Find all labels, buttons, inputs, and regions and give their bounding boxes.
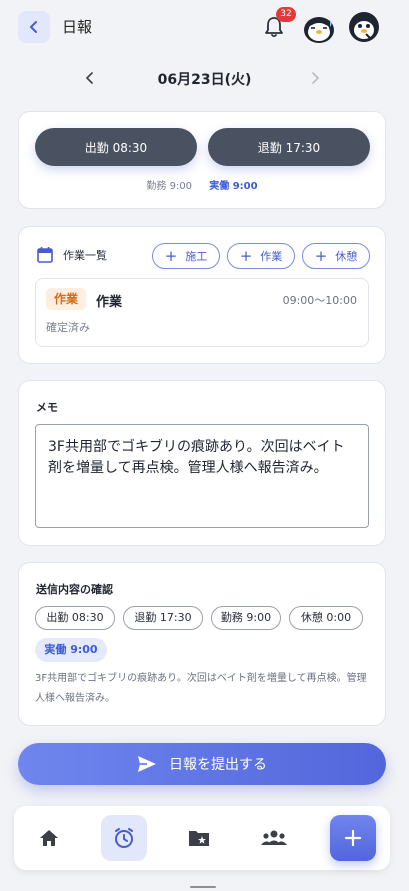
tab-home[interactable] [26,815,72,861]
add-work-label: 作業 [260,250,283,263]
top-bar: 日報 32 [0,0,409,56]
add-construction-button[interactable]: + 施工 [152,243,220,269]
next-day-button[interactable] [305,68,325,88]
task-item[interactable]: 作業 作業 09:00〜10:00 確定済み [35,278,369,347]
tab-documents[interactable] [176,815,222,861]
submit-label: 日報を提出する [169,757,267,773]
confirm-memo: 3F共用部でゴキブリの痕跡あり。次回はベイト剤を増量して再点検。管理人様へ報告済… [35,673,367,704]
confirm-break: 休憩 0:00 [289,606,363,630]
memo-label: メモ [36,401,58,414]
add-construction-label: 施工 [185,250,208,263]
attendance-card: 出勤 08:30 退勤 17:30 勤務 9:00 実働 9:00 [18,111,386,209]
task-name: 作業 [96,295,123,310]
page-title: 日報 [62,18,93,36]
tab-attendance[interactable] [101,815,147,861]
confirm-actual: 実働 9:00 [35,638,107,662]
user-avatar[interactable] [348,11,380,43]
task-list-card: 作業一覧 + 施工 + 作業 + 休憩 作業 作業 09:00〜10:00 確定… [18,226,386,364]
clock-out-button[interactable]: 退勤 17:30 [208,128,370,166]
submit-report-button[interactable]: 日報を提出する [18,743,386,785]
add-break-label: 休憩 [335,250,358,263]
back-button[interactable] [18,11,50,43]
alarm-clock-icon [115,828,133,848]
task-list-title: 作業一覧 [63,249,107,262]
tab-team[interactable] [251,815,297,861]
memo-card: メモ 3F共用部でゴキブリの痕跡あり。次回はベイト剤を増量して再点検。管理人様へ… [18,380,386,546]
plus-icon [344,829,362,847]
home-indicator [190,886,216,888]
confirm-clock-in: 出勤 08:30 [35,606,115,630]
current-date: 06月23日(火) [157,72,252,88]
penguin-avatar[interactable] [302,11,336,45]
add-break-button[interactable]: + 休憩 [302,243,370,269]
chevron-right-icon [312,72,320,84]
bottom-tab-bar [14,806,390,870]
date-navigation: 06月23日(火) [0,64,409,94]
folder-star-icon [189,831,209,846]
calendar-icon [37,247,53,263]
plus-icon: + [314,246,328,265]
add-button[interactable] [330,815,376,861]
confirmation-card: 送信内容の確認 出勤 08:30 退勤 17:30 勤務 9:00 休憩 0:0… [18,562,386,726]
confirmation-title: 送信内容の確認 [36,583,113,596]
attendance-summary: 勤務 9:00 実働 9:00 [19,177,385,192]
home-icon [40,830,58,846]
plus-icon: + [239,246,253,265]
task-status: 確定済み [46,321,90,334]
actual-hours: 実働 9:00 [209,181,258,192]
send-icon [138,756,156,772]
plus-icon: + [164,246,178,265]
task-time: 09:00〜10:00 [282,294,357,307]
group-icon [261,830,287,845]
confirm-clock-out: 退勤 17:30 [123,606,203,630]
notification-badge: 32 [276,7,296,22]
add-work-button[interactable]: + 作業 [227,243,295,269]
confirm-work: 勤務 9:00 [211,606,281,630]
chevron-left-icon [30,21,37,33]
memo-textarea[interactable]: 3F共用部でゴキブリの痕跡あり。次回はベイト剤を増量して再点検。管理人様へ報告済… [35,424,369,528]
task-type-badge: 作業 [46,288,87,310]
clock-in-button[interactable]: 出勤 08:30 [35,128,197,166]
work-hours: 勤務 9:00 [146,181,193,192]
